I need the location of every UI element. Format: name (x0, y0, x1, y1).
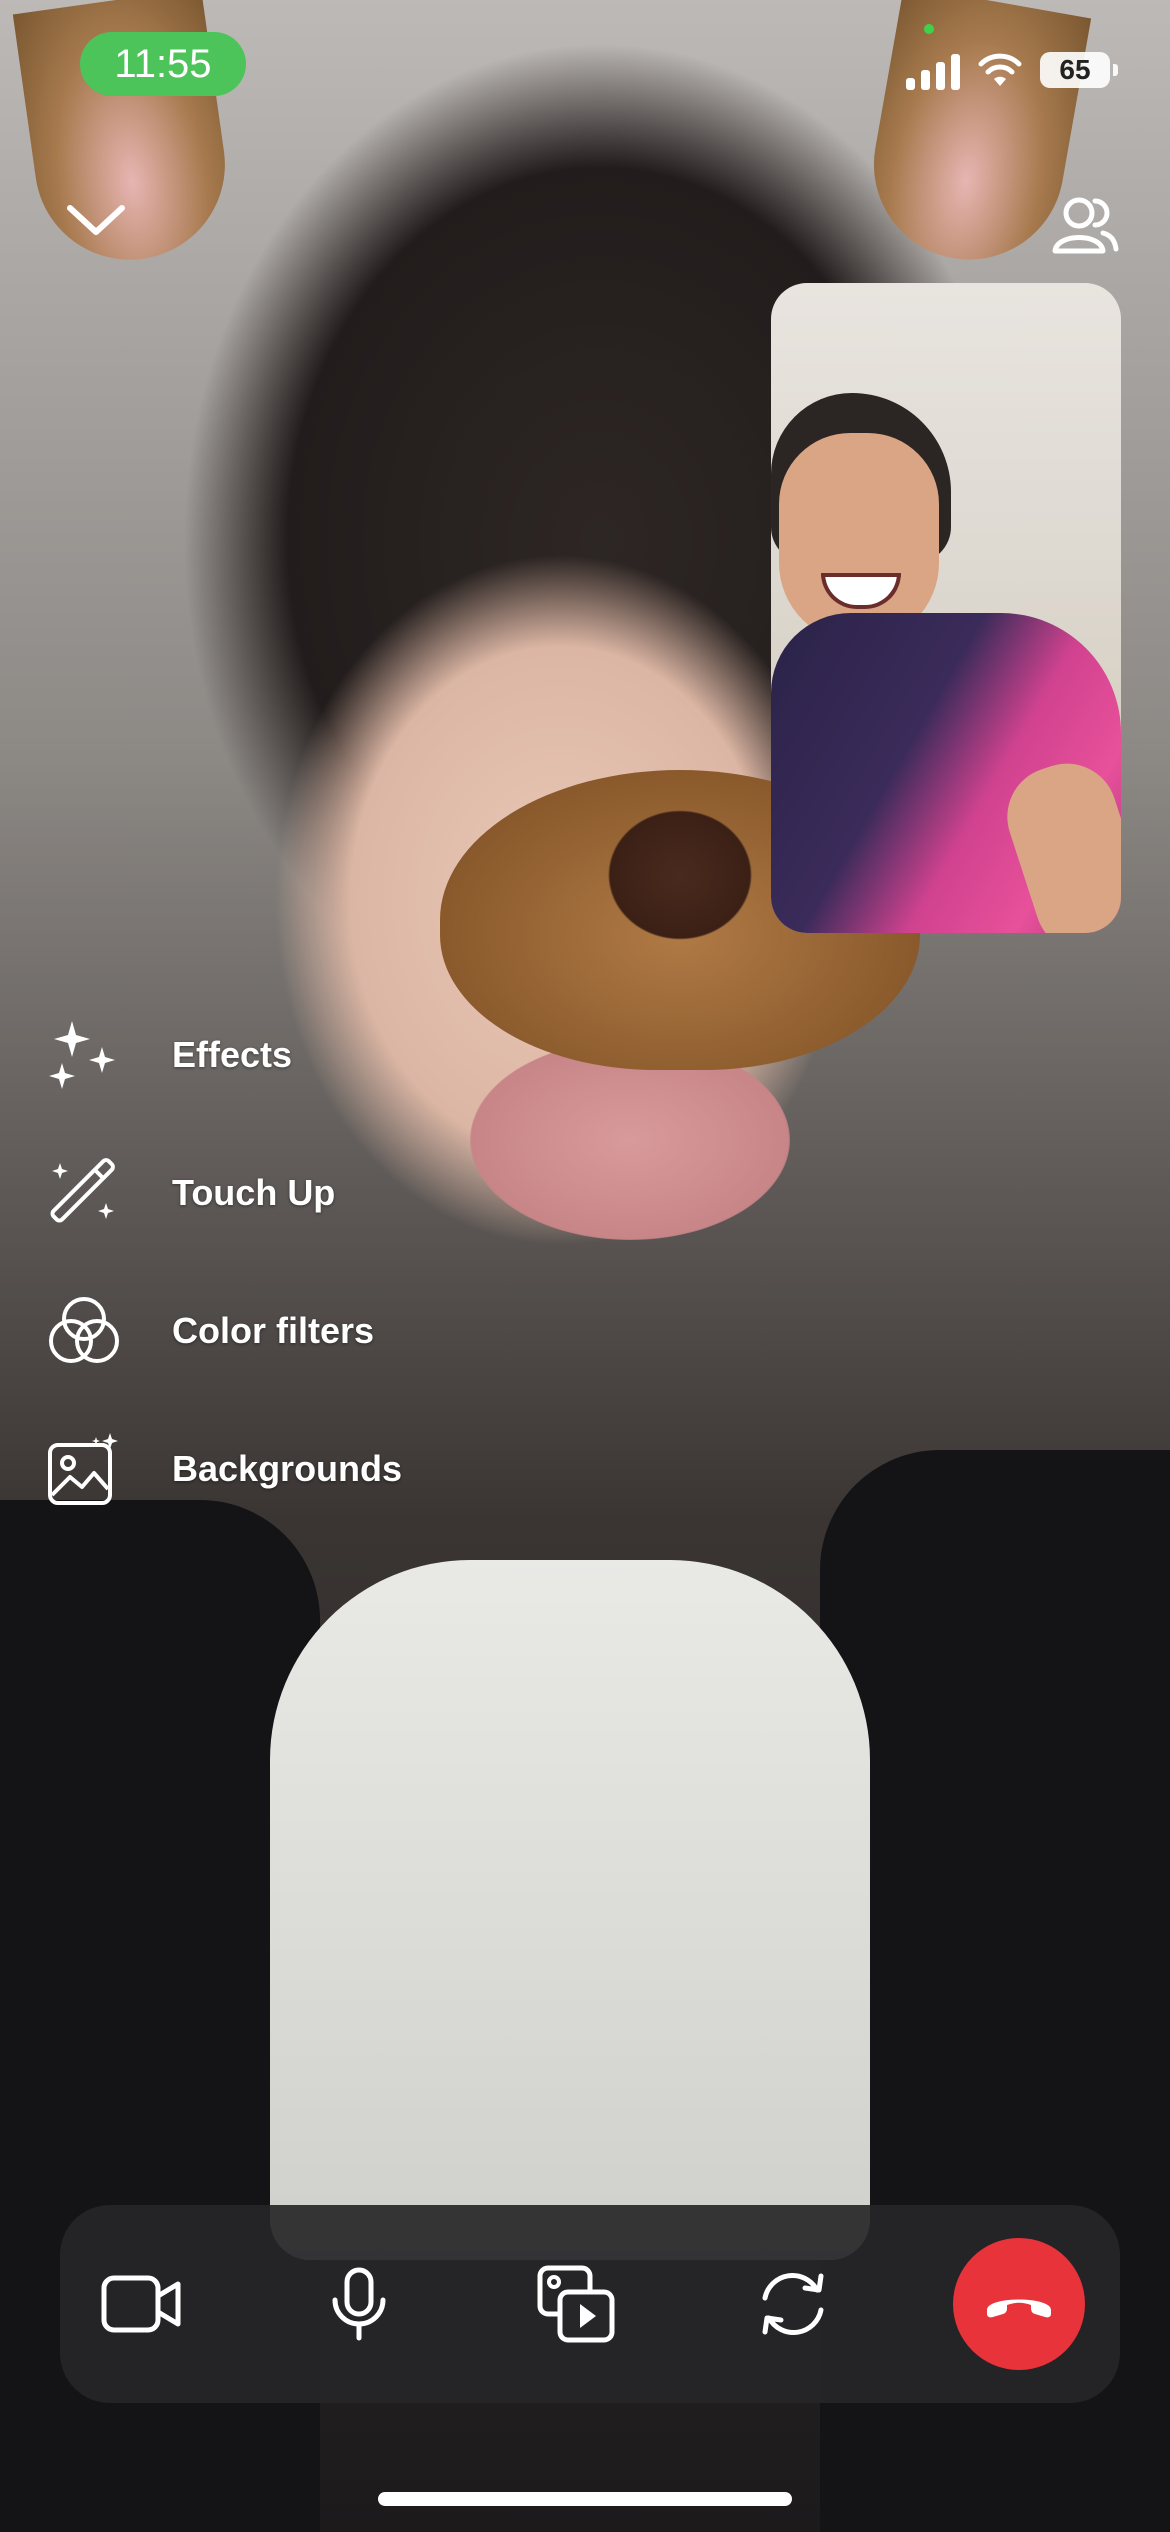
effects-menu-item-label: Backgrounds (172, 1448, 403, 1489)
effects-menu-item-effects[interactable]: Effects (44, 1010, 292, 1100)
end-call-icon (987, 2299, 1051, 2318)
effects-menu-item-touch-up[interactable]: Touch Up (44, 1148, 335, 1238)
flip-camera-icon (762, 2272, 824, 2336)
call-control-bar (60, 2205, 1120, 2403)
microphone-icon (332, 2267, 386, 2341)
cellular-signal-icon (906, 50, 960, 90)
self-preview-detail (779, 433, 939, 643)
media-share-icon (537, 2265, 615, 2343)
wifi-icon (978, 53, 1022, 86)
magic-wand-icon (44, 1153, 124, 1233)
minimize-call-button[interactable] (56, 190, 136, 250)
self-video-preview[interactable] (771, 283, 1121, 933)
sparkles-icon (44, 1015, 124, 1095)
people-icon (1052, 197, 1119, 254)
end-call-button[interactable] (953, 2238, 1085, 2370)
video-camera-icon (101, 2275, 181, 2333)
video-face-detail (470, 1040, 790, 1240)
chevron-down-icon (67, 205, 125, 235)
effects-menu-item-label: Effects (172, 1034, 293, 1075)
background-image-icon (44, 1429, 124, 1509)
effects-menu-item-backgrounds[interactable]: Backgrounds (44, 1424, 402, 1514)
effects-menu-item-color-filters[interactable]: Color filters (44, 1286, 374, 1376)
camera-toggle-button[interactable] (73, 2235, 211, 2373)
status-time: 11:55 (80, 32, 246, 96)
effects-menu-item-label: Touch Up (172, 1172, 336, 1213)
microphone-toggle-button[interactable] (290, 2235, 428, 2373)
video-backdrop (270, 1560, 870, 2260)
battery-icon: 65 (1040, 52, 1118, 88)
status-bar: 11:55 65 (0, 0, 1170, 130)
camera-in-use-indicator (924, 24, 934, 34)
home-indicator[interactable] (378, 2492, 792, 2506)
effects-menu-item-label: Color filters (172, 1310, 375, 1351)
color-filter-icon (44, 1291, 124, 1371)
flip-camera-button[interactable] (724, 2235, 862, 2373)
share-media-button[interactable] (507, 2235, 645, 2373)
participants-button[interactable] (1040, 185, 1130, 265)
